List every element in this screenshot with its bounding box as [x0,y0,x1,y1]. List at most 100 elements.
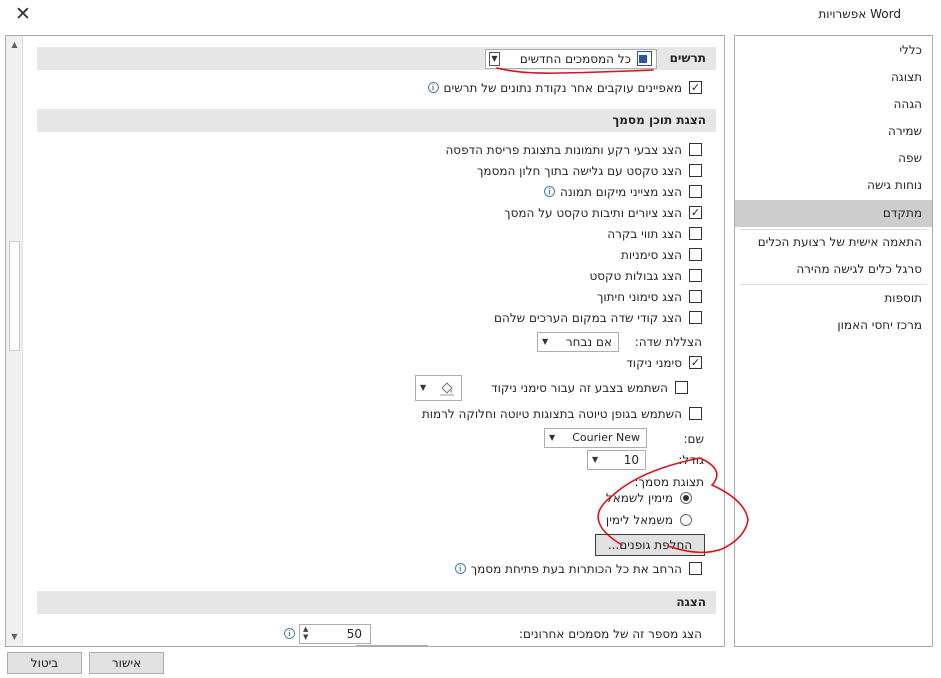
font-substitution-button[interactable]: החלפת גופנים... [595,534,705,556]
scroll-down-icon[interactable]: ▼ [7,629,22,645]
option-label: משמאל לימין [605,513,673,527]
chevron-down-icon: ▼ [592,455,599,464]
option-punctuation-marks[interactable]: ✓ סימני ניקוד [626,355,702,371]
option-show-bookmarks[interactable]: הצג סימניות [621,247,702,263]
radio-button[interactable] [680,491,692,504]
option-chart-properties-track[interactable]: ✓ מאפיינים עוקבים אחר נקודת נתונים של תרש… [427,80,702,96]
field-shading-label: הצללת שדה: [634,335,702,349]
sidebar-item-language[interactable]: שפה [735,146,932,170]
option-label: השתמש בגופן טיוטה בתצוגות טיוטה וחלוקה ל… [421,407,682,421]
option-show-text-boundaries[interactable]: הצג גבולות טקסט [589,268,702,284]
option-label: הצג ציורים ותיבות טקסט על המסך [504,206,682,220]
recent-documents-spinner[interactable]: ▲ ▼ 50 [299,624,371,644]
info-icon: i [543,186,555,197]
section-header-display: הצגה [37,591,716,614]
chart-document-dropdown[interactable]: ▼ כל המסמכים החדשים [485,49,657,69]
checkbox[interactable] [699,646,712,647]
sidebar-item-quick-access-toolbar[interactable]: סרגל כלים לגישה מהירה [735,257,932,281]
paint-bucket-icon [439,380,455,396]
draft-font-name-label: שם: [683,432,704,446]
option-show-control-characters[interactable]: הצג תווי בקרה [607,226,702,242]
option-label: מאפיינים עוקבים אחר נקודת נתונים של תרשי… [443,81,682,95]
sidebar-item-accessibility[interactable]: נוחות גישה [735,173,932,197]
option-label: הצג צבעי רקע ותמונות בתצוגת פריסת הדפסה [445,143,682,157]
recent-documents-label: הצג מספר זה של מסמכים אחרונים: [519,627,702,641]
ok-button[interactable]: אישור [89,652,164,674]
checkbox[interactable] [675,381,688,394]
option-label: סימני ניקוד [626,356,682,370]
radio-button[interactable] [680,513,692,526]
section-header-document-content: הצגת תוכן מסמך [37,109,716,132]
punctuation-color-picker[interactable]: ▼ [415,375,462,401]
option-show-drawings[interactable]: ✓ הצג ציורים ותיבות טקסט על המסך [504,205,702,221]
option-label: הרחב את כל הכותרות בעת פתיחת מסמך [470,562,682,576]
checkbox[interactable]: ✓ [689,81,702,94]
vertical-scrollbar[interactable]: ▲ ▼ [6,36,23,646]
option-draft-font[interactable]: השתמש בגופן טיוטה בתצוגות טיוטה וחלוקה ל… [422,406,702,422]
option-label: הצג קודי שדה במקום הערכים שלהם [494,311,682,325]
sidebar-item-add-ins[interactable]: תוספות [735,286,932,310]
checkbox[interactable] [689,290,702,303]
info-icon: i [427,82,439,93]
option-punctuation-color[interactable]: השתמש בצבע זה עבור סימני ניקוד [491,380,688,396]
radio-left-to-right[interactable]: משמאל לימין [606,512,692,528]
option-show-field-codes[interactable]: הצג קודי שדה במקום הערכים שלהם [494,310,702,326]
chart-document-dropdown-value: כל המסמכים החדשים [519,52,631,66]
sidebar-divider [740,284,927,285]
draft-font-name-dropdown[interactable]: ▼ Courier New [544,428,647,448]
sidebar-item-proofing[interactable]: הגהה [735,92,932,116]
checkbox[interactable] [689,269,702,282]
option-label: הצג גבולות טקסט [589,269,682,283]
scroll-up-icon[interactable]: ▲ [7,37,22,53]
checkbox[interactable] [689,407,702,420]
draft-font-size-value: 10 [623,453,639,467]
sidebar-item-general[interactable]: כללי [735,38,932,62]
close-icon[interactable]: ✕ [10,2,36,26]
window-title: אפשרויות Word [818,7,901,21]
sidebar-item-display[interactable]: תצוגה [735,65,932,89]
sidebar-item-save[interactable]: שמירה [735,119,932,143]
checkbox[interactable] [689,311,702,324]
checkbox[interactable] [689,143,702,156]
option-label: הצג מצייני מיקום תמונה [559,185,682,199]
radio-right-to-left[interactable]: מימין לשמאל [606,490,692,506]
field-shading-value: אם נבחר [565,335,612,349]
spinner-arrows-icon[interactable]: ▲ ▼ [303,625,308,641]
option-show-background-colors[interactable]: הצג צבעי רקע ותמונות בתצוגת פריסת הדפסה [445,142,702,158]
draft-font-size-label: גודל: [678,453,704,467]
chevron-down-icon: ▼ [489,52,500,66]
checkbox[interactable]: ✓ [689,206,702,219]
scrollbar-thumb[interactable] [9,241,20,351]
sidebar-item-trust-center[interactable]: מרכז יחסי האמון [735,313,932,337]
option-expand-headings[interactable]: הרחב את כל הכותרות בעת פתיחת מסמך i [454,561,702,577]
draft-font-name-value: Courier New [572,431,640,444]
checkbox[interactable] [689,227,702,240]
checkbox[interactable] [689,164,702,177]
option-show-picture-placeholders[interactable]: הצג מצייני מיקום תמונה i [543,184,702,200]
option-label: הצג טקסט עם גלישה בתוך חלון המסמך [476,164,682,178]
checkbox[interactable] [689,185,702,198]
chevron-down-icon: ▼ [542,337,549,346]
cancel-button[interactable]: ביטול [7,652,82,674]
document-view-label: תצוגת מסמך: [634,475,705,489]
advanced-options-panel: ▲ ▼ תרשים ▼ כל המסמכים החדשים ✓מאפיינים … [5,35,725,647]
word-doc-icon [637,51,652,66]
draft-font-size-dropdown[interactable]: ▼ 10 [587,450,646,470]
chevron-down-icon: ▼ [549,433,556,442]
checkbox[interactable] [689,248,702,261]
chevron-down-icon: ▼ [420,383,427,392]
option-show-crop-marks[interactable]: הצג סימוני חיתוך [597,289,702,305]
option-show-text-wrapped[interactable]: הצג טקסט עם גלישה בתוך חלון המסמך [477,163,702,179]
sidebar-item-advanced[interactable]: מתקדם [735,200,932,227]
field-shading-dropdown[interactable]: ▼ אם נבחר [537,332,619,352]
option-label: הצג תווי בקרה [607,227,682,241]
checkbox[interactable]: ✓ [689,356,702,369]
option-label: השתמש בצבע זה עבור סימני ניקוד [491,381,668,395]
option-label: הצג סימניות [621,248,682,262]
recent-documents-value: 50 [346,627,362,641]
sidebar-item-customize-ribbon[interactable]: התאמה אישית של רצועת הכלים [735,230,932,254]
checkbox[interactable] [689,562,702,575]
info-icon: i [454,563,466,574]
option-label: מימין לשמאל [605,491,673,505]
option-label: הצג סימוני חיתוך [596,290,682,304]
